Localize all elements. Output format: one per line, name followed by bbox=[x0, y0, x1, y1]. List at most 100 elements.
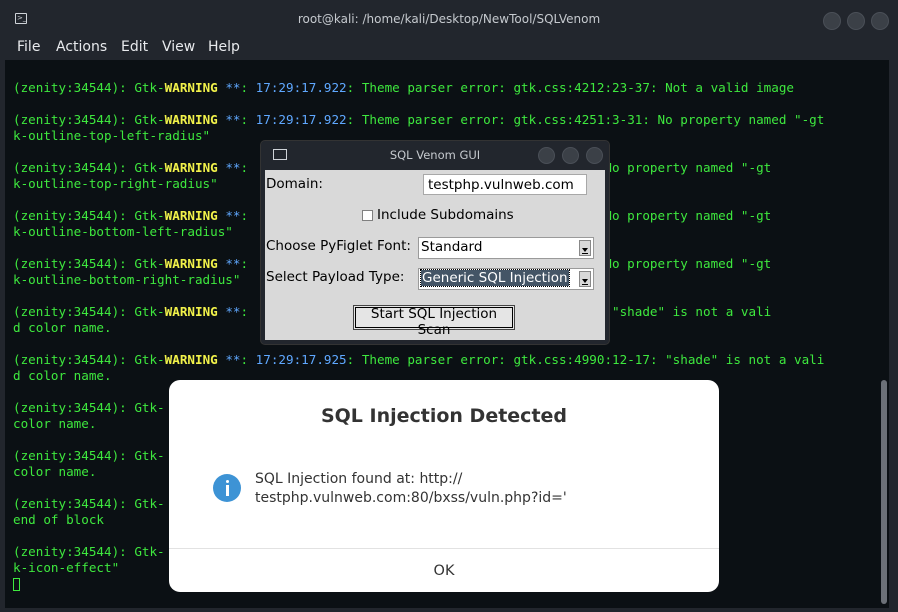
console-prefix: k-outline-top-left-radius" bbox=[13, 128, 211, 143]
console-time: 17:29:17.925 bbox=[255, 352, 347, 367]
console-prefix: (zenity:34544): Gtk- bbox=[13, 208, 165, 223]
menu-bar: File Actions Edit View Help bbox=[0, 38, 898, 60]
console-line: d color name. bbox=[13, 320, 112, 336]
gui-close-button[interactable] bbox=[586, 147, 603, 164]
font-select-value: Standard bbox=[421, 239, 483, 255]
console-prefix: (zenity:34544): Gtk- bbox=[13, 80, 165, 95]
sql-injection-dialog: SQL Injection Detected SQL Injection fou… bbox=[169, 380, 719, 592]
console-line: k-outline-top-left-radius" bbox=[13, 128, 210, 144]
close-button[interactable] bbox=[871, 12, 889, 30]
console-warn: WARNING bbox=[164, 304, 218, 319]
console-colon: : bbox=[240, 80, 256, 95]
menu-edit[interactable]: Edit bbox=[121, 39, 148, 55]
console-line: color name. bbox=[13, 464, 96, 480]
ok-button[interactable]: OK bbox=[169, 549, 719, 592]
console-line: end of block bbox=[13, 512, 104, 528]
console-warn: WARNING bbox=[164, 160, 218, 175]
start-scan-button[interactable]: Start SQL Injection Scan bbox=[353, 305, 515, 338]
console-warn: WARNING bbox=[164, 256, 218, 271]
console-prefix: (zenity:34544): Gtk- bbox=[13, 496, 165, 511]
console-prefix: (zenity:34544): Gtk- bbox=[13, 256, 165, 271]
terminal-scrollbar[interactable] bbox=[881, 380, 887, 604]
console-time: 17:29:17.922 bbox=[255, 112, 347, 127]
window-title: root@kali: /home/kali/Desktop/NewTool/SQ… bbox=[297, 12, 601, 26]
console-prefix: d color name. bbox=[13, 368, 112, 383]
include-subdomains-label: Include Subdomains bbox=[377, 207, 514, 223]
console-stars: ** bbox=[217, 304, 241, 319]
console-line: k-icon-effect" bbox=[13, 560, 119, 576]
gui-body: Domain: Include Subdomains Choose PyFigl… bbox=[265, 170, 605, 340]
console-prefix: (zenity:34544): Gtk- bbox=[13, 304, 165, 319]
console-colon: : bbox=[240, 304, 249, 319]
dialog-message-line2: testphp.vulnweb.com:80/bxss/vuln.php?id=… bbox=[255, 490, 567, 506]
console-colon: : bbox=[240, 352, 256, 367]
console-colon: : bbox=[240, 208, 249, 223]
gui-maximize-button[interactable] bbox=[562, 147, 579, 164]
console-stars: ** bbox=[217, 112, 241, 127]
console-warn: WARNING bbox=[164, 352, 218, 367]
console-prefix: (zenity:34544): Gtk- bbox=[13, 352, 165, 367]
console-prefix: (zenity:34544): Gtk- bbox=[13, 160, 165, 175]
domain-input[interactable] bbox=[423, 174, 587, 195]
console-prefix: k-outline-bottom-left-radius" bbox=[13, 224, 233, 239]
console-stars: ** bbox=[217, 256, 241, 271]
console-prefix: d color name. bbox=[13, 320, 112, 335]
font-select[interactable]: Standard bbox=[418, 237, 594, 259]
terminal-titlebar[interactable]: >_ root@kali: /home/kali/Desktop/NewTool… bbox=[0, 0, 898, 38]
payload-select-value: Generic SQL Injection bbox=[420, 269, 570, 287]
payload-label: Select Payload Type: bbox=[266, 269, 405, 285]
console-stars: ** bbox=[217, 352, 241, 367]
console-prefix: (zenity:34544): Gtk- bbox=[13, 112, 165, 127]
console-line: color name. bbox=[13, 416, 96, 432]
console-rest: : Theme parser error: gtk.css:4990:12-17… bbox=[346, 352, 825, 367]
console-time: 17:29:17.922 bbox=[255, 80, 347, 95]
console-prefix: color name. bbox=[13, 416, 97, 431]
console-prefix: color name. bbox=[13, 464, 97, 479]
chevron-down-icon[interactable] bbox=[579, 271, 591, 287]
sql-venom-gui-window: SQL Venom GUI Domain: Include Subdomains… bbox=[261, 141, 609, 344]
console-warn: WARNING bbox=[164, 112, 218, 127]
maximize-button[interactable] bbox=[847, 12, 865, 30]
gui-minimize-button[interactable] bbox=[538, 147, 555, 164]
menu-help[interactable]: Help bbox=[208, 39, 240, 55]
console-prefix: (zenity:34544): Gtk- bbox=[13, 448, 165, 463]
chevron-down-icon[interactable] bbox=[579, 240, 591, 256]
console-line: (zenity:34544): Gtk-WARNING **: 17:29:17… bbox=[13, 80, 794, 96]
info-icon bbox=[213, 474, 241, 502]
console-stars: ** bbox=[217, 160, 241, 175]
console-warn: WARNING bbox=[164, 80, 218, 95]
gui-title: SQL Venom GUI bbox=[389, 148, 481, 162]
domain-label: Domain: bbox=[266, 176, 323, 192]
menu-actions[interactable]: Actions bbox=[56, 39, 107, 55]
console-colon: : bbox=[240, 160, 249, 175]
console-line: k-outline-top-right-radius" bbox=[13, 176, 218, 192]
console-prefix: (zenity:34544): Gtk- bbox=[13, 544, 165, 559]
font-label: Choose PyFiglet Font: bbox=[266, 238, 411, 254]
console-colon: : bbox=[240, 112, 256, 127]
console-prefix: end of block bbox=[13, 512, 104, 527]
console-stars: ** bbox=[217, 208, 241, 223]
console-colon: : bbox=[240, 256, 249, 271]
console-line: (zenity:34544): Gtk-WARNING **: 17:29:17… bbox=[13, 352, 824, 368]
include-subdomains-checkbox[interactable] bbox=[362, 210, 373, 221]
console-line: k-outline-bottom-right-radius" bbox=[13, 272, 240, 288]
console-rest: : Theme parser error: gtk.css:4251:3-31:… bbox=[346, 112, 825, 127]
console-line: k-outline-bottom-left-radius" bbox=[13, 224, 233, 240]
console-prefix: k-outline-bottom-right-radius" bbox=[13, 272, 241, 287]
menu-view[interactable]: View bbox=[162, 39, 195, 55]
console-prefix: (zenity:34544): Gtk- bbox=[13, 400, 165, 415]
console-stars: ** bbox=[217, 80, 241, 95]
console-line: (zenity:34544): Gtk-WARNING **: 17:29:17… bbox=[13, 112, 824, 128]
console-prefix: k-outline-top-right-radius" bbox=[13, 176, 218, 191]
payload-select[interactable]: Generic SQL Injection bbox=[418, 268, 594, 290]
menu-file[interactable]: File bbox=[17, 39, 40, 55]
terminal-cursor bbox=[13, 578, 20, 591]
minimize-button[interactable] bbox=[823, 12, 841, 30]
dialog-title: SQL Injection Detected bbox=[320, 405, 568, 427]
console-line: d color name. bbox=[13, 368, 112, 384]
console-prefix: k-icon-effect" bbox=[13, 560, 120, 575]
console-rest: : Theme parser error: gtk.css:4212:23-37… bbox=[346, 80, 794, 95]
gui-titlebar[interactable]: SQL Venom GUI bbox=[261, 141, 609, 169]
dialog-message-line1: SQL Injection found at: http:// bbox=[255, 471, 463, 487]
console-warn: WARNING bbox=[164, 208, 218, 223]
